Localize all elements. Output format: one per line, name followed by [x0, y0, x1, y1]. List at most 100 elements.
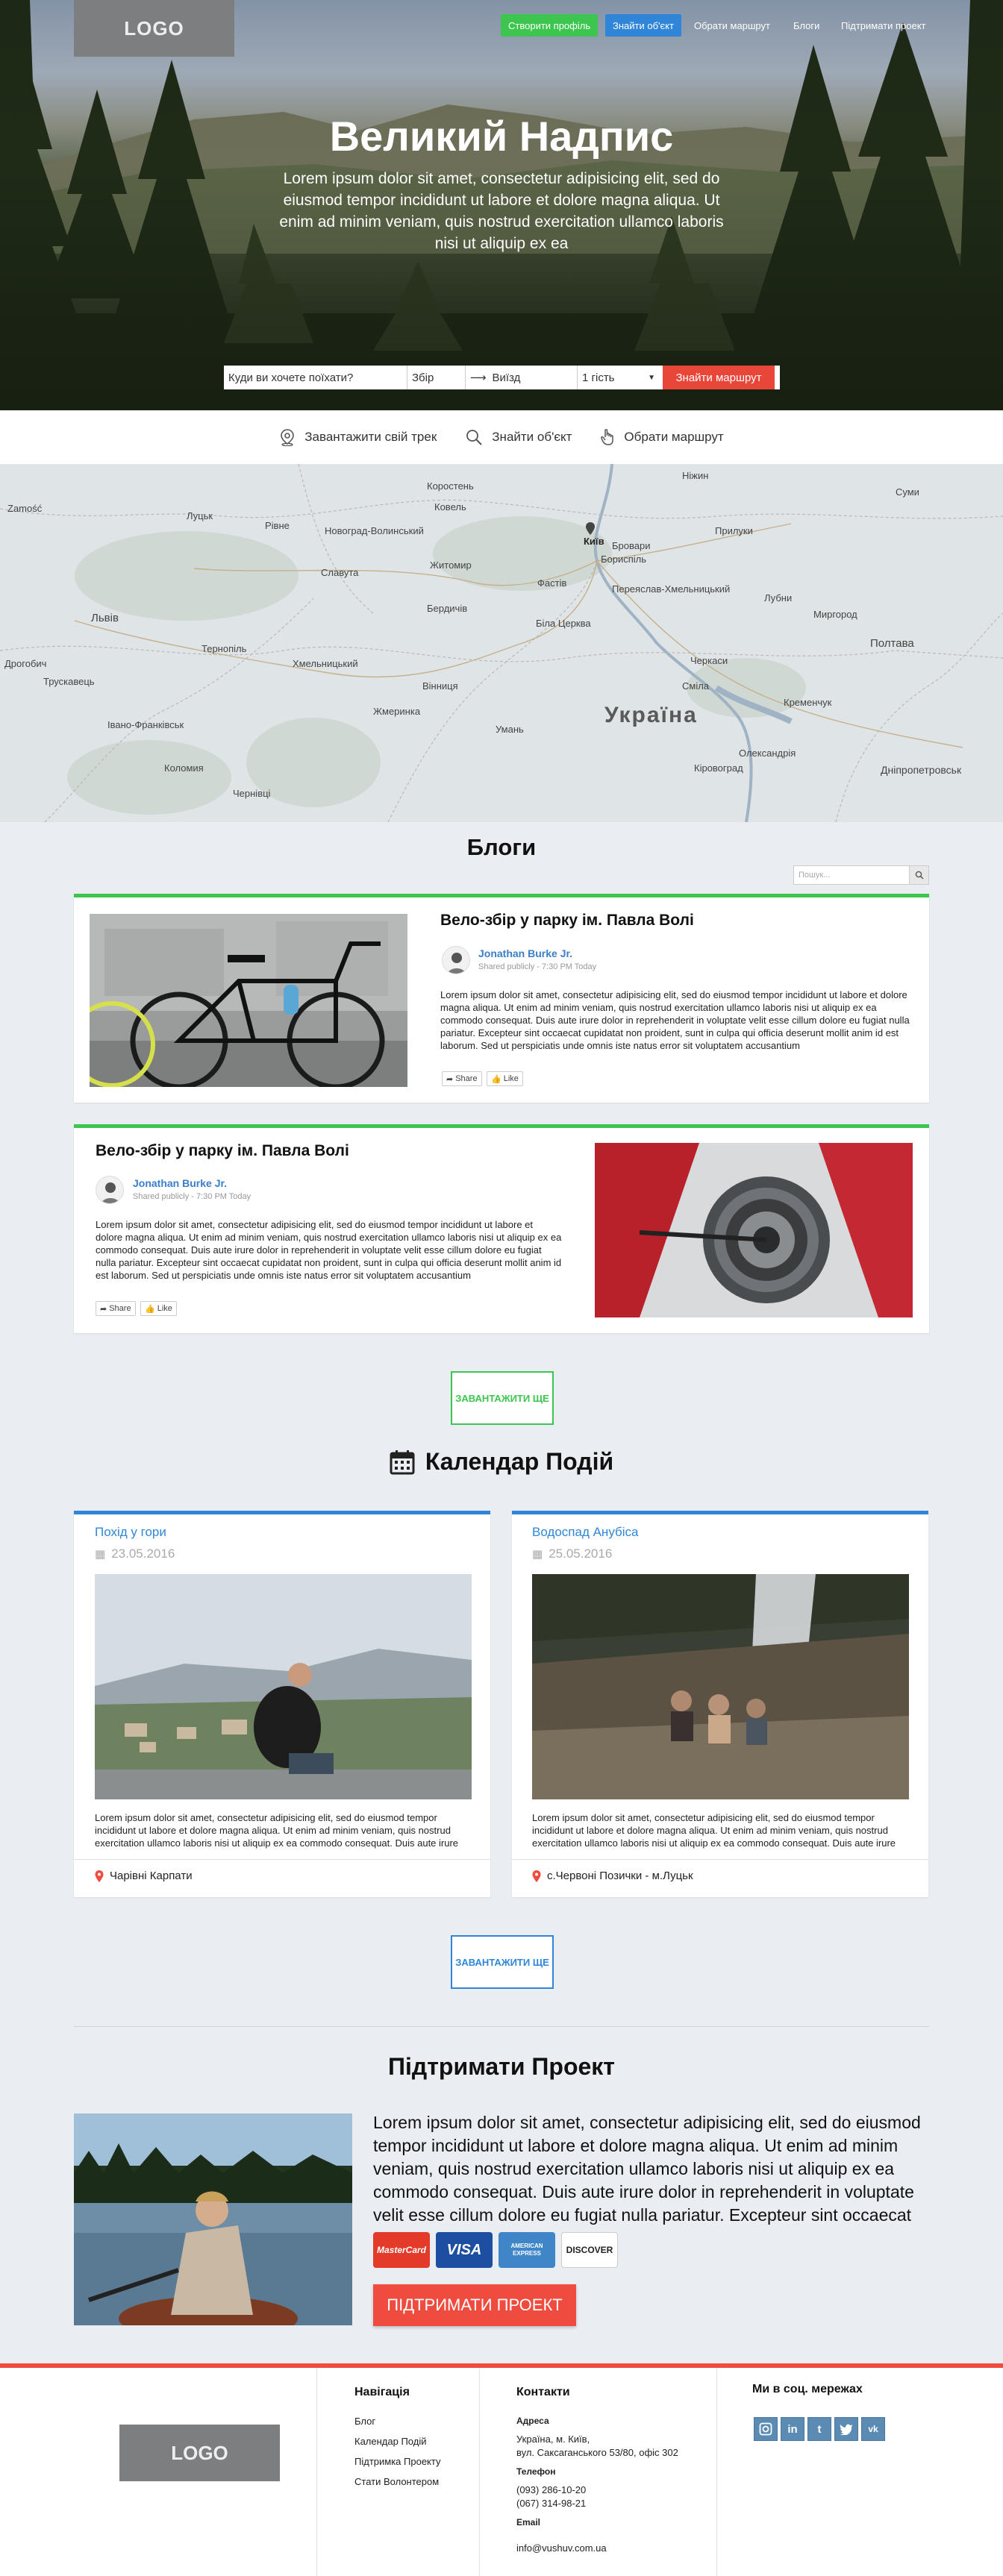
map-city: Zamość [7, 503, 43, 514]
upload-track-action[interactable]: Завантажити свій трек [279, 428, 437, 446]
like-label: Like [157, 1304, 172, 1313]
arrow-right-icon: ⟶ [470, 372, 487, 384]
events-heading: Календар Подій [0, 1448, 1003, 1476]
load-more-events-button[interactable]: ЗАВАНТАЖИТИ ЩЕ [451, 1935, 554, 1989]
post-author[interactable]: Jonathan Burke Jr. [133, 1177, 227, 1189]
map-pin-icon [281, 429, 295, 446]
tumblr-icon[interactable]: t [807, 2417, 831, 2441]
find-object-label: Знайти об'єкт [492, 430, 572, 444]
blog-search-button[interactable] [909, 866, 928, 884]
phone-label: Телефон [516, 2466, 556, 2477]
post-title[interactable]: Вело-збір у парку ім. Павла Волі [96, 1142, 349, 1160]
event-date: ▦ 25.05.2016 [532, 1546, 612, 1561]
end-date-input[interactable]: ⟶ Виїзд [466, 366, 578, 389]
map-city: Кременчук [784, 697, 832, 708]
map-city: Суми [896, 486, 919, 498]
map-city: Кіровоград [694, 762, 743, 774]
events-title: Календар Подій [425, 1448, 614, 1475]
map-terrain [0, 464, 1003, 822]
event-description: Lorem ipsum dolor sit amet, consectetur … [95, 1812, 459, 1849]
nav-blogs[interactable]: Блоги [793, 14, 819, 37]
footer-nav-title: Навігація [354, 2386, 410, 2398]
footer-link-support[interactable]: Підтримка Проекту [354, 2456, 440, 2467]
support-project-button[interactable]: ПІДТРИМАТИ ПРОЕКТ [373, 2284, 576, 2326]
event-title[interactable]: Похід у гори [95, 1525, 166, 1540]
map-marker-icon [586, 522, 595, 535]
map-city: Славута [321, 567, 359, 578]
amex-card: AMERICAN EXPRESS [499, 2232, 555, 2268]
calendar-icon: ▦ [95, 1548, 106, 1561]
map-city: Івано-Франківськ [107, 719, 184, 730]
calendar-icon: ▦ [532, 1548, 543, 1561]
footer-logo[interactable]: LOGO [119, 2425, 280, 2481]
footer-link-calendar[interactable]: Календар Подій [354, 2436, 426, 2447]
destination-input[interactable]: Куди ви хочете поїхати? [224, 366, 407, 389]
phone-number[interactable]: (067) 314-98-21 [516, 2498, 586, 2509]
guests-select[interactable]: 1 гість ▼ [578, 366, 660, 389]
choose-route-action[interactable]: Обрати маршрут [600, 428, 724, 446]
event-title[interactable]: Водоспад Анубіса [532, 1525, 638, 1540]
route-map[interactable]: Ковель Луцьк Рівне Житомир Коростень Киї… [0, 464, 1003, 822]
map-city: Лубни [764, 592, 793, 604]
map-city: Бориспіль [601, 554, 647, 565]
post-meta: Shared publicly - 7:30 PM Today [133, 1192, 251, 1201]
find-object-button[interactable]: Знайти об'єкт [605, 14, 681, 37]
share-button[interactable]: ➦ Share [96, 1301, 136, 1316]
event-date-value: 23.05.2016 [111, 1546, 175, 1561]
event-location[interactable]: Чарівні Карпати [95, 1870, 193, 1882]
map-city: Полтава [870, 637, 914, 650]
blog-search-input[interactable]: Пошук... [794, 866, 909, 884]
header-logo[interactable]: LOGO [74, 0, 234, 57]
map-city: Хмельницький [293, 658, 358, 669]
guests-value: 1 гість [582, 371, 615, 384]
map-city: Ковель [434, 501, 466, 513]
post-author[interactable]: Jonathan Burke Jr. [478, 947, 572, 959]
like-button[interactable]: 👍 Like [487, 1071, 523, 1086]
vk-icon[interactable]: vk [861, 2417, 885, 2441]
create-profile-button[interactable]: Створити профіль [501, 14, 599, 37]
event-location[interactable]: с.Червоні Позички - м.Луцьк [532, 1870, 693, 1882]
linkedin-icon[interactable]: in [781, 2417, 804, 2441]
map-city: Чернівці [233, 788, 271, 799]
like-label: Like [503, 1074, 519, 1083]
map-city: Бровари [612, 540, 651, 551]
location-pin-icon [95, 1870, 104, 1882]
instagram-icon[interactable] [754, 2417, 778, 2441]
share-label: Share [455, 1074, 478, 1083]
map-city: Фастів [537, 577, 567, 589]
map-city: Рівне [265, 520, 290, 531]
map-city: Вінниця [422, 680, 458, 692]
event-date: ▦ 23.05.2016 [95, 1546, 175, 1561]
author-avatar[interactable] [442, 946, 470, 974]
thumbs-up-icon: 👍 [145, 1304, 155, 1314]
section-divider [74, 2026, 929, 2027]
calendar-icon [390, 1450, 415, 1474]
like-button[interactable]: 👍 Like [140, 1301, 177, 1316]
load-more-blogs-button[interactable]: ЗАВАНТАЖИТИ ЩЕ [451, 1371, 554, 1425]
divider [74, 1859, 490, 1860]
search-icon [466, 430, 482, 445]
find-object-action[interactable]: Знайти об'єкт [465, 428, 572, 446]
twitter-icon[interactable] [834, 2417, 858, 2441]
map-city: Умань [496, 724, 524, 735]
share-button[interactable]: ➦ Share [442, 1071, 482, 1086]
destination-placeholder: Куди ви хочете поїхати? [228, 371, 354, 384]
event-description: Lorem ipsum dolor sit amet, consectetur … [532, 1812, 896, 1849]
author-avatar[interactable] [96, 1176, 124, 1204]
phone-number[interactable]: (093) 286-10-20 [516, 2484, 586, 2495]
find-route-button[interactable]: Знайти маршрут [663, 366, 775, 389]
nav-support-project[interactable]: Підтримати проект [841, 14, 926, 37]
email-link[interactable]: info@vushuv.com.ua [516, 2542, 607, 2554]
map-city: Жмеринка [373, 706, 421, 717]
share-icon: ➦ [100, 1304, 107, 1314]
visa-card: VISA [436, 2232, 493, 2268]
hand-pointer-icon [601, 429, 614, 445]
nav-choose-route[interactable]: Обрати маршрут [694, 14, 770, 37]
footer-link-volunteer[interactable]: Стати Волонтером [354, 2476, 439, 2487]
post-title[interactable]: Вело-збір у парку ім. Павла Волі [440, 912, 694, 930]
footer-link-blog[interactable]: Блог [354, 2416, 375, 2427]
map-city: Житомир [430, 560, 472, 571]
footer-divider [316, 2368, 317, 2576]
post-body: Lorem ipsum dolor sit amet, consectetur … [440, 989, 910, 1051]
start-date-input[interactable]: Збір [407, 366, 466, 389]
